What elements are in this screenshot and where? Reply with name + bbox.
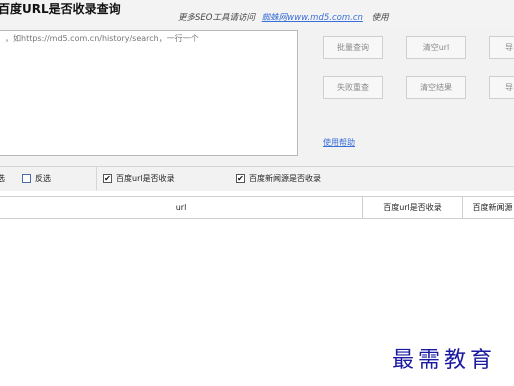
title-bar: 百度URL是否收录查询 更多SEO工具请访问 蜘蛛网www.md5.com.cn… — [0, 0, 514, 28]
column-header-baidu-news[interactable]: 百度新闻源 — [462, 197, 514, 218]
options-bar: 选 反选 ✔ 百度url是否收录 ✔ 百度新闻源是否收录 — [0, 166, 514, 191]
baidu-news-label: 百度新闻源是否收录 — [249, 174, 321, 183]
column-header-baidu-url[interactable]: 百度url是否收录 — [362, 197, 462, 218]
export-button[interactable]: 导 — [489, 36, 514, 59]
watermark-text: 最需教育 — [392, 348, 497, 373]
baidu-url-label: 百度url是否收录 — [116, 174, 175, 183]
promo-text: 更多SEO工具请访问 蜘蛛网www.md5.com.cn 使用 — [178, 11, 389, 23]
export-results-button[interactable]: 导 — [489, 76, 514, 99]
column-header-url[interactable]: url — [0, 197, 362, 218]
failed-requery-button[interactable]: 失败重查 — [323, 76, 383, 99]
invert-label: 反选 — [35, 174, 51, 183]
select-all-label: 选 — [0, 174, 5, 183]
baidu-url-checkbox[interactable]: ✔ — [103, 174, 112, 183]
url-input[interactable] — [0, 30, 298, 156]
baidu-news-option[interactable]: ✔ 百度新闻源是否收录 — [236, 173, 321, 184]
clear-results-button[interactable]: 清空结果 — [406, 76, 466, 99]
promo-link[interactable]: 蜘蛛网www.md5.com.cn — [262, 13, 363, 23]
select-all-option[interactable]: 选 — [0, 173, 5, 184]
promo-label: 更多SEO工具请访问 — [178, 13, 255, 23]
help-link[interactable]: 使用帮助 — [323, 137, 355, 148]
app-title: 百度URL是否收录查询 — [0, 2, 121, 16]
invert-option[interactable]: 反选 — [22, 173, 51, 184]
clear-url-button[interactable]: 清空url — [406, 36, 466, 59]
options-divider — [96, 166, 97, 190]
invert-checkbox[interactable] — [22, 174, 31, 183]
promo-suffix: 使用 — [371, 13, 389, 23]
batch-query-button[interactable]: 批量查询 — [323, 36, 383, 59]
table-header: url 百度url是否收录 百度新闻源 — [0, 196, 514, 219]
baidu-url-option[interactable]: ✔ 百度url是否收录 — [103, 173, 175, 184]
baidu-news-checkbox[interactable]: ✔ — [236, 174, 245, 183]
